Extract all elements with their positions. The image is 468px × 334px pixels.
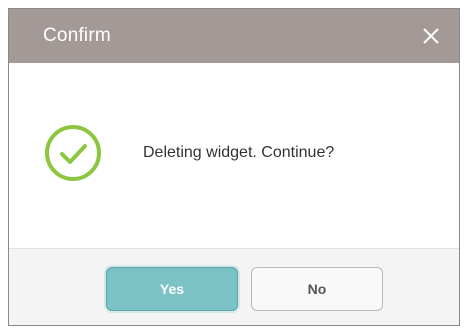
no-button[interactable]: No xyxy=(251,267,383,311)
dialog-message: Deleting widget. Continue? xyxy=(143,144,335,161)
yes-button[interactable]: Yes xyxy=(106,267,238,311)
close-icon[interactable] xyxy=(419,24,443,48)
confirm-dialog: Confirm Deleting widget. Continue? Yes N… xyxy=(8,8,460,326)
dialog-body: Deleting widget. Continue? xyxy=(9,63,459,251)
check-circle-icon xyxy=(45,125,101,181)
dialog-footer: Yes No xyxy=(9,248,459,325)
dialog-titlebar: Confirm xyxy=(9,9,459,63)
dialog-title: Confirm xyxy=(43,25,111,46)
